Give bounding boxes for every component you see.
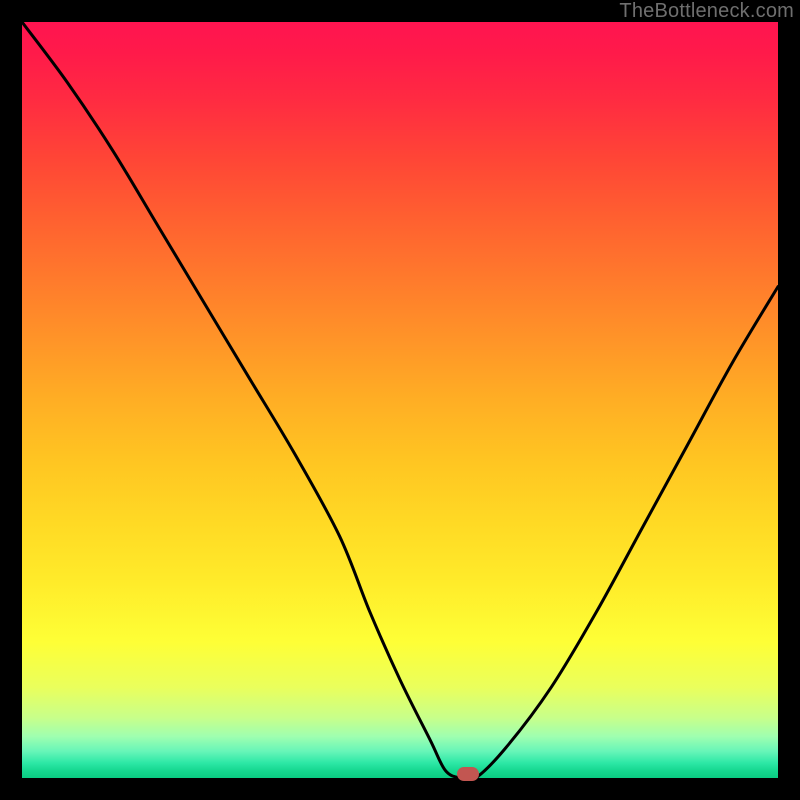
plot-area [22,22,778,778]
optimal-marker [457,767,479,781]
chart-frame: TheBottleneck.com [0,0,800,800]
bottleneck-curve [22,22,778,778]
watermark-text: TheBottleneck.com [619,0,794,23]
